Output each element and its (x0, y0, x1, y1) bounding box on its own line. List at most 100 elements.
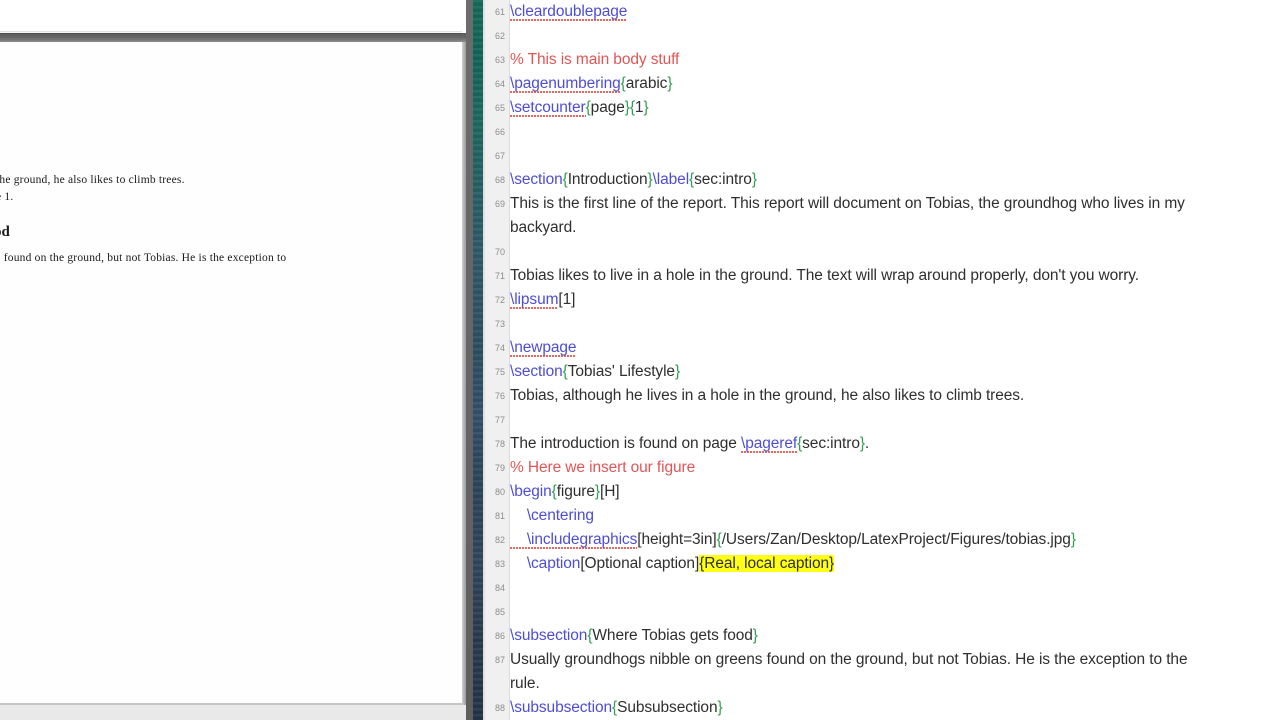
editor-window: 61 62 63 64 65 66 67 68 69 70 71 72 73 74 75 76 77 78 79 80… (483, 0, 1280, 720)
line-number: 68 (494, 175, 505, 185)
line-number: 80 (494, 487, 505, 497)
code-line[interactable]: Tobias, although he lives in a hole in t… (510, 386, 1024, 405)
line-number: 64 (494, 79, 505, 89)
code-token-brc: } (717, 699, 723, 716)
line-number: 63 (494, 55, 505, 65)
code-token-brc: } (1070, 531, 1076, 548)
line-number: 66 (494, 127, 505, 137)
code-token-cmd-sp: \pageref (741, 435, 798, 454)
code-line[interactable]: Tobias likes to live in a hole in the gr… (510, 266, 1139, 285)
code-token-arg: sec:intro (694, 171, 752, 188)
code-line[interactable]: \subsubsection{Subsubsection} (510, 698, 723, 717)
code-line[interactable]: \pagenumbering{arabic} (510, 74, 673, 94)
line-number: 75 (494, 367, 505, 377)
code-line[interactable]: \section{Tobias' Lifestyle} (510, 362, 680, 381)
code-token-arg: This is the first line of the report. Th… (510, 195, 1185, 212)
code-line[interactable]: \begin{figure}[H] (510, 482, 620, 501)
line-number: 86 (494, 631, 505, 641)
code-token-arg: backyard. (510, 219, 577, 236)
code-token-brc: } (751, 171, 757, 188)
code-token-arg: [Optional caption] (580, 555, 700, 572)
code-token-cmd-sp: \setcounter (510, 99, 586, 118)
code-line[interactable]: \includegraphics[height=3in]{/Users/Zan/… (510, 530, 1076, 550)
line-number-gutter: 61 62 63 64 65 66 67 68 69 70 71 72 73 74 75 76 77 78 79 80… (483, 0, 510, 720)
code-line[interactable]: The introduction is found on page \pager… (510, 434, 870, 454)
code-line[interactable]: \section{Introduction}\label{sec:intro} (510, 170, 757, 189)
line-number: 73 (494, 319, 505, 329)
code-line[interactable]: \cleardoublepage (510, 2, 627, 22)
code-line[interactable]: \subsection{Where Tobias gets food} (510, 626, 758, 645)
pdf-paragraph-line: s found on the ground, but not Tobias. H… (0, 252, 287, 264)
pdf-panel-divider-highlight (0, 33, 462, 34)
code-line[interactable]: \centering (510, 506, 594, 525)
code-token-cmt: % Here we insert our figure (510, 459, 696, 476)
code-token-arg: [1] (558, 291, 576, 308)
code-token-cmd: \centering (510, 507, 594, 524)
line-number: 72 (494, 295, 505, 305)
pdf-paragraph-line: e 1. (0, 191, 14, 203)
line-number: 69 (494, 199, 505, 209)
line-number: 65 (494, 103, 505, 113)
code-line[interactable]: \lipsum[1] (510, 290, 576, 310)
code-token-brc: } (643, 99, 649, 116)
line-number: 79 (494, 463, 505, 473)
code-token-arg: rule. (510, 675, 540, 692)
code-token-arg: Usually groundhogs nibble on greens foun… (510, 651, 1188, 668)
code-area[interactable]: \cleardoublepage % This is main body stuf… (510, 0, 1280, 720)
code-line[interactable]: This is the first line of the report. Th… (510, 194, 1185, 213)
code-token-arg: Subsubsection (617, 699, 718, 716)
code-token-brc: } (667, 75, 673, 92)
code-token-cmd: \section (510, 363, 563, 380)
code-line[interactable]: \caption[Optional caption]{Real, local c… (510, 554, 834, 573)
line-number: 85 (494, 607, 505, 617)
line-number: 88 (494, 703, 505, 713)
code-token-arg: sec:intro (802, 435, 860, 452)
code-token-arg: Introduction (567, 171, 648, 188)
code-token-arg: [H] (599, 483, 620, 500)
code-line[interactable]: rule. (510, 674, 540, 693)
desktop-wallpaper-strip (473, 0, 483, 720)
pdf-preview-window: the ground, he also likes to climb trees… (0, 0, 466, 720)
line-number: 70 (494, 247, 505, 257)
line-number: 62 (494, 31, 505, 41)
code-token-arg: The introduction is found on page (510, 435, 741, 452)
code-token-arg: page (590, 99, 625, 116)
line-number: 81 (494, 511, 505, 521)
code-token-arg: Where Tobias gets food (592, 627, 753, 644)
code-token-cmd-sp: \newpage (510, 339, 577, 358)
line-number: 67 (494, 151, 505, 161)
pdf-paragraph-line: the ground, he also likes to climb trees… (0, 174, 185, 186)
pdf-panel-divider[interactable] (0, 33, 466, 42)
code-token-brc: } (752, 627, 758, 644)
code-token-arg: [height=3in] (637, 531, 717, 548)
code-token-cmd-sp: \includegraphics (510, 531, 638, 550)
code-line[interactable]: Usually groundhogs nibble on greens foun… (510, 650, 1188, 669)
code-token-arg: Tobias likes to live in a hole in the gr… (510, 267, 1139, 284)
code-token-arg: figure (556, 483, 595, 500)
line-number: 84 (494, 583, 505, 593)
pdf-heading: od (0, 224, 10, 240)
code-line[interactable]: % Here we insert our figure (510, 458, 695, 477)
code-token-hl: {Real, local caption} (699, 555, 835, 572)
code-token-arg: . (864, 435, 870, 452)
line-number: 78 (494, 439, 505, 449)
line-number: 74 (494, 343, 505, 353)
pdf-status-bar (0, 705, 466, 720)
code-token-arg: Tobias, although he lives in a hole in t… (510, 387, 1025, 404)
line-number: 61 (494, 7, 505, 17)
code-line[interactable]: backyard. (510, 218, 576, 237)
code-token-cmd: \subsection (510, 627, 588, 644)
pdf-page[interactable]: the ground, he also likes to climb trees… (0, 42, 462, 705)
line-number: 83 (494, 559, 505, 569)
line-number: 87 (494, 655, 505, 665)
code-token-brc: } (674, 363, 681, 380)
code-token-cmd: \label (652, 171, 690, 188)
line-number: 71 (494, 271, 505, 281)
code-token-brc: }{ (624, 99, 635, 116)
code-line[interactable]: \setcounter{page}{1} (510, 98, 649, 118)
code-line[interactable]: % This is main body stuff (510, 50, 679, 69)
code-line[interactable]: \newpage (510, 338, 577, 358)
pdf-toolbar[interactable] (0, 0, 466, 33)
screen: the ground, he also likes to climb trees… (0, 0, 1280, 720)
code-token-cmd: \section (510, 171, 563, 188)
